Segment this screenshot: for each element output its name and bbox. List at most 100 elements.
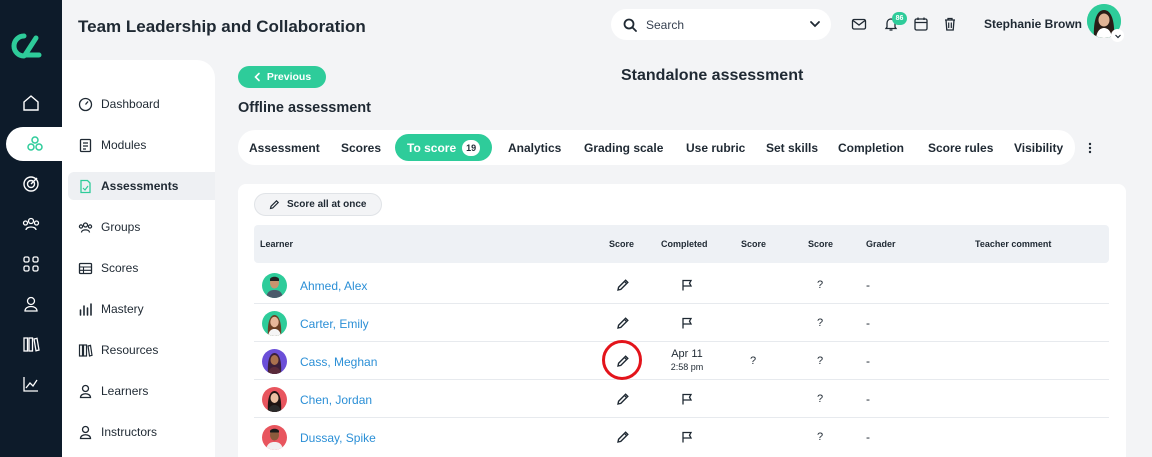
rail-goals[interactable] <box>0 167 62 201</box>
sidebar-item-mastery[interactable]: Mastery <box>68 295 215 323</box>
nav-rail <box>0 0 64 457</box>
grid-icon <box>23 256 39 272</box>
tab-scores[interactable]: Scores <box>341 130 381 165</box>
kebab-menu-icon <box>1088 142 1092 154</box>
sidebar-item-label: Instructors <box>101 425 158 439</box>
grader-value: - <box>866 278 870 292</box>
flag-icon[interactable] <box>681 317 693 329</box>
tab-to-score[interactable]: To score 19 <box>395 134 493 161</box>
assessments-icon <box>80 179 91 193</box>
column-grader[interactable]: Grader <box>866 239 896 249</box>
score-value: ? <box>817 317 824 329</box>
flag-icon[interactable] <box>681 279 693 291</box>
tab-visibility[interactable]: Visibility <box>1014 130 1063 165</box>
column-score-3[interactable]: Score <box>808 239 833 249</box>
highlight-circle <box>602 340 642 380</box>
rail-courses[interactable] <box>6 127 64 161</box>
dashboard-icon <box>78 97 93 111</box>
learner-name-link[interactable]: Ahmed, Alex <box>300 279 367 293</box>
learner-avatar <box>262 273 287 298</box>
previous-button-label: Previous <box>266 71 312 83</box>
trash-icon[interactable] <box>942 16 958 32</box>
tab-label: To score <box>407 140 457 155</box>
mail-icon[interactable] <box>851 16 867 32</box>
sidebar-item-dashboard[interactable]: Dashboard <box>68 90 215 118</box>
sidebar-item-modules[interactable]: Modules <box>68 131 215 159</box>
app-logo-icon[interactable] <box>10 30 42 62</box>
tab-set-skills[interactable]: Set skills <box>766 130 818 165</box>
tab-completion[interactable]: Completion <box>838 130 904 165</box>
learner-avatar <box>262 387 287 412</box>
tab-use-rubric[interactable]: Use rubric <box>686 130 745 165</box>
flag-icon[interactable] <box>681 393 693 405</box>
pencil-icon[interactable] <box>616 392 630 406</box>
pencil-icon[interactable] <box>616 316 630 330</box>
sidebar-item-groups[interactable]: Groups <box>68 213 215 241</box>
previous-button[interactable]: Previous <box>238 66 326 88</box>
score-all-button[interactable]: Score all at once <box>254 193 382 216</box>
rail-library[interactable] <box>0 327 62 361</box>
tab-grading-scale[interactable]: Grading scale <box>584 130 663 165</box>
line-chart-icon <box>23 377 38 392</box>
sidebar-item-assessments[interactable]: Assessments <box>68 172 215 200</box>
person-icon <box>24 296 38 312</box>
user-name[interactable]: Stephanie Brown <box>984 17 1082 31</box>
groups-icon <box>78 221 93 233</box>
table-row: Chen, Jordan ? - <box>254 380 1109 418</box>
instructors-icon <box>79 425 92 439</box>
score-value: ? <box>817 431 824 443</box>
tab-analytics[interactable]: Analytics <box>508 130 561 165</box>
column-teacher-comment[interactable]: Teacher comment <box>975 239 1051 249</box>
pencil-icon[interactable] <box>616 430 630 444</box>
rail-apps[interactable] <box>0 247 62 281</box>
sidebar-item-label: Mastery <box>101 302 144 316</box>
search-input[interactable] <box>646 17 796 32</box>
completed-date: Apr 11 2:58 pm <box>668 348 706 374</box>
sitemap-icon <box>27 136 43 151</box>
sidebar-item-learners[interactable]: Learners <box>68 377 215 405</box>
search-icon <box>623 18 637 32</box>
completed-time-value: 2:58 pm <box>670 362 704 372</box>
column-score-2[interactable]: Score <box>741 239 766 249</box>
pencil-icon[interactable] <box>616 278 630 292</box>
table-row: Ahmed, Alex ? - <box>254 266 1109 304</box>
search-box[interactable] <box>611 9 831 40</box>
account-menu-toggle[interactable] <box>1111 29 1124 42</box>
learner-name-link[interactable]: Chen, Jordan <box>300 393 372 407</box>
chevron-down-icon[interactable] <box>809 18 821 30</box>
score-value: ? <box>817 279 824 291</box>
column-completed[interactable]: Completed <box>661 239 708 249</box>
tab-score-rules[interactable]: Score rules <box>928 130 993 165</box>
learner-name-link[interactable]: Carter, Emily <box>300 317 369 331</box>
table-row: Dussay, Spike ? - <box>254 418 1109 456</box>
table-row: Cass, Meghan Apr 11 2:58 pm ? ? - <box>254 342 1109 380</box>
completed-date-value: Apr 11 <box>671 348 703 360</box>
sidebar-item-label: Scores <box>101 261 139 275</box>
rail-profile[interactable] <box>0 287 62 321</box>
page-title: Standalone assessment <box>621 67 804 84</box>
calendar-icon[interactable] <box>913 16 929 32</box>
sidebar-item-label: Resources <box>101 343 159 357</box>
mastery-icon <box>79 302 92 316</box>
learner-name-link[interactable]: Dussay, Spike <box>300 431 376 445</box>
rail-people[interactable] <box>0 207 62 241</box>
flag-icon[interactable] <box>681 431 693 443</box>
tab-assessment[interactable]: Assessment <box>249 130 320 165</box>
learner-avatar <box>262 349 287 374</box>
sidebar-item-label: Assessments <box>101 179 179 193</box>
table-row: Carter, Emily ? - <box>254 304 1109 342</box>
more-tabs-button[interactable] <box>1083 140 1097 156</box>
rail-reports[interactable] <box>0 367 62 401</box>
sidebar-item-resources[interactable]: Resources <box>68 336 215 364</box>
sidebar-item-scores[interactable]: Scores <box>68 254 215 282</box>
sidebar-item-label: Groups <box>101 220 141 234</box>
chevron-left-icon <box>254 72 260 82</box>
learner-avatar <box>262 311 287 336</box>
rail-home[interactable] <box>0 86 62 120</box>
sidebar-item-instructors[interactable]: Instructors <box>68 418 215 446</box>
column-learner[interactable]: Learner <box>260 239 293 249</box>
learner-name-link[interactable]: Cass, Meghan <box>300 355 377 369</box>
to-score-count-badge: 19 <box>462 139 481 156</box>
column-score[interactable]: Score <box>609 239 634 249</box>
notifications-badge: 86 <box>892 12 907 25</box>
